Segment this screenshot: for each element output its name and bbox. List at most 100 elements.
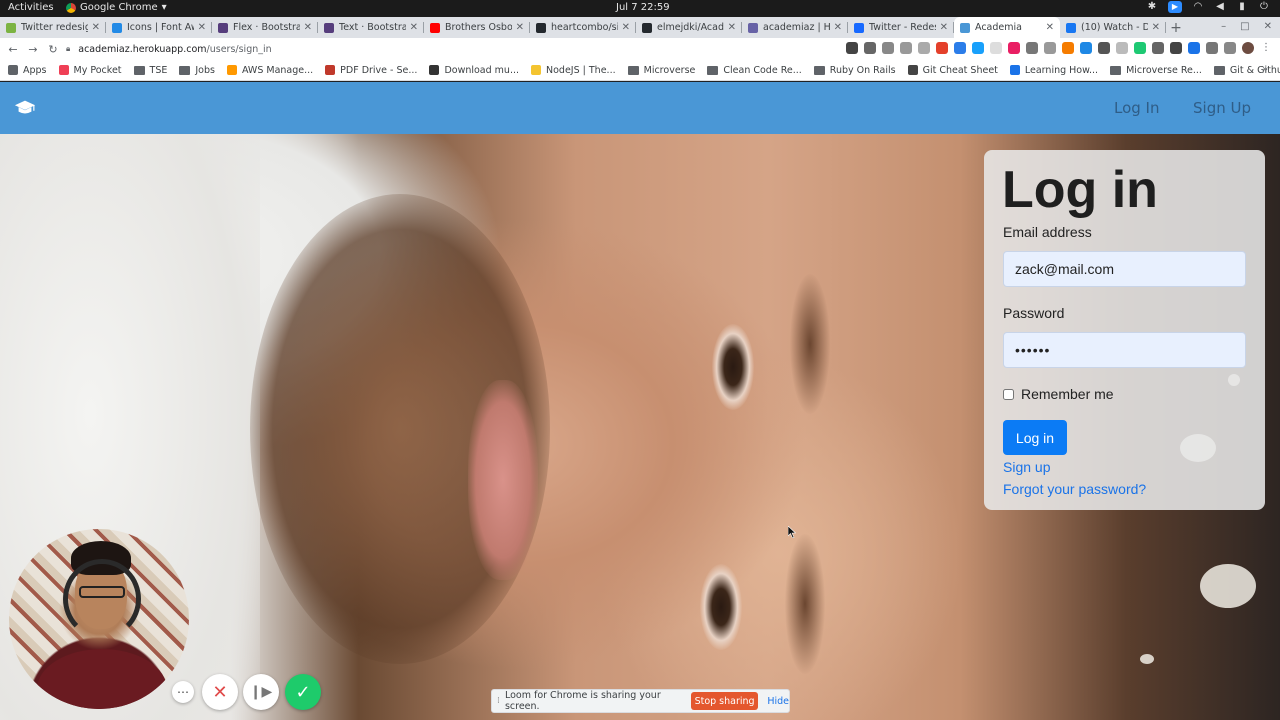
slack-icon[interactable]: ✱: [1146, 1, 1158, 13]
password-field[interactable]: [1003, 332, 1246, 368]
maximize-icon[interactable]: □: [1240, 21, 1249, 32]
tab-close-icon[interactable]: ✕: [1046, 22, 1054, 33]
bookmark-item[interactable]: PDF Drive - Se...: [325, 65, 417, 76]
remember-me-label[interactable]: Remember me: [1021, 386, 1114, 402]
tab-close-icon[interactable]: ✕: [1152, 22, 1160, 33]
loom-more-icon[interactable]: ⋯: [172, 681, 194, 703]
app-menu[interactable]: Google Chrome ▾: [66, 2, 167, 13]
opera-icon[interactable]: [936, 42, 948, 54]
tab-strip: Twitter redesig ✕ Icons | Font Aw ✕ Flex · B…: [0, 17, 1280, 38]
extension-ring-icon[interactable]: [1170, 42, 1182, 54]
zoom-icon[interactable]: ▶: [1168, 1, 1182, 13]
clock[interactable]: Jul 7 22:59: [616, 2, 670, 13]
bookmark-item[interactable]: Download mu...: [429, 65, 519, 76]
folder-icon: [179, 65, 191, 75]
bookmark-item[interactable]: Git & Github: [1213, 65, 1280, 76]
loom-cancel-icon[interactable]: ✕: [202, 674, 238, 710]
extension-light-icon[interactable]: [1116, 42, 1128, 54]
tab-close-icon[interactable]: ✕: [834, 22, 842, 33]
bookmark-item[interactable]: AWS Manage...: [226, 65, 313, 76]
loom-finish-check-icon[interactable]: ✓: [285, 674, 321, 710]
browser-tab[interactable]: Twitter redesig ✕: [0, 17, 106, 38]
bookmark-item[interactable]: NodeJS | The...: [531, 65, 616, 76]
bookmark-item[interactable]: Learning How...: [1009, 65, 1098, 76]
tab-close-icon[interactable]: ✕: [516, 22, 524, 33]
stop-sharing-button[interactable]: Stop sharing: [690, 692, 759, 710]
remember-me-checkbox[interactable]: [1003, 388, 1014, 400]
extension-globe-icon[interactable]: [1026, 42, 1038, 54]
tab-close-icon[interactable]: ✕: [940, 22, 948, 33]
reading-list-icon[interactable]: [1224, 42, 1236, 54]
extension-doc-icon[interactable]: [1152, 42, 1164, 54]
extension-orange-icon[interactable]: [1062, 42, 1074, 54]
email-field[interactable]: [1003, 251, 1246, 287]
menu-kebab-icon[interactable]: ⋮: [1260, 42, 1272, 54]
extension-pink-icon[interactable]: [1008, 42, 1020, 54]
browser-tab[interactable]: Twitter - Redes ✕: [848, 17, 954, 38]
share-icon[interactable]: [900, 42, 912, 54]
extension-c-icon[interactable]: [972, 42, 984, 54]
lock-icon[interactable]: 🔒︎: [66, 44, 70, 54]
browser-tab[interactable]: Brothers Osbo ✕: [424, 17, 530, 38]
loom-camera-bubble[interactable]: [9, 529, 189, 709]
bookmark-item[interactable]: Microverse: [627, 65, 695, 76]
extension-k-icon[interactable]: [1044, 42, 1056, 54]
browser-tab[interactable]: academiaz | He ✕: [742, 17, 848, 38]
browser-tab[interactable]: (10) Watch - Dis ✕: [1060, 17, 1166, 38]
tab-close-icon[interactable]: ✕: [92, 22, 100, 33]
system-tray[interactable]: ✱ ▶ ◠ ◀ ▮ ⏻: [1146, 1, 1270, 13]
bookmarks-overflow-icon[interactable]: »: [1262, 64, 1268, 75]
bookmark-item[interactable]: My Pocket: [58, 65, 122, 76]
bookmark-item[interactable]: Git Cheat Sheet: [907, 65, 998, 76]
bookmark-item[interactable]: TSE: [133, 65, 167, 76]
tab-close-icon[interactable]: ✕: [304, 22, 312, 33]
tab-close-icon[interactable]: ✕: [728, 22, 736, 33]
hide-share-bar-link[interactable]: Hide: [767, 696, 789, 707]
tab-close-icon[interactable]: ✕: [198, 22, 206, 33]
back-arrow-icon[interactable]: ←: [3, 43, 23, 56]
extension-blue-icon[interactable]: [954, 42, 966, 54]
graduation-cap-icon[interactable]: [14, 98, 36, 118]
tab-favicon-icon: [536, 22, 546, 33]
browser-tab[interactable]: elmejdki/Acade ✕: [636, 17, 742, 38]
forward-arrow-icon[interactable]: →: [23, 43, 43, 56]
login-submit-button[interactable]: Log in: [1003, 420, 1067, 455]
close-window-icon[interactable]: ✕: [1264, 21, 1272, 32]
signup-link[interactable]: Sign up: [1003, 459, 1050, 475]
new-tab-plus-icon[interactable]: +: [1166, 17, 1186, 38]
folder-icon: [627, 65, 639, 75]
loom-pause-icon[interactable]: ❙▶: [243, 674, 279, 710]
profile-avatar[interactable]: [1242, 42, 1254, 54]
minimize-icon[interactable]: –: [1221, 21, 1226, 32]
browser-tab[interactable]: heartcombo/si ✕: [530, 17, 636, 38]
extension-p-icon[interactable]: [1080, 42, 1092, 54]
browser-tab[interactable]: Flex · Bootstrap ✕: [212, 17, 318, 38]
extension-gray-icon[interactable]: [990, 42, 1002, 54]
extensions-puzzle-icon[interactable]: [1206, 42, 1218, 54]
activities-button[interactable]: Activities: [8, 2, 54, 13]
nav-login-link[interactable]: Log In: [1114, 99, 1160, 117]
tab-close-icon[interactable]: ✕: [622, 22, 630, 33]
star-icon[interactable]: [918, 42, 930, 54]
tab-close-icon[interactable]: ✕: [410, 22, 418, 33]
zoom-lens-icon[interactable]: [882, 42, 894, 54]
drag-grip-icon[interactable]: ⁞: [492, 696, 505, 706]
extension-mic-icon[interactable]: [1098, 42, 1110, 54]
folder-icon: [133, 65, 145, 75]
bookmark-item[interactable]: Microverse Re...: [1110, 65, 1202, 76]
bookmark-item[interactable]: Ruby On Rails: [813, 65, 896, 76]
camera-icon[interactable]: [846, 42, 858, 54]
browser-tab[interactable]: Text · Bootstrap ✕: [318, 17, 424, 38]
forgot-password-link[interactable]: Forgot your password?: [1003, 481, 1146, 497]
nav-signup-link[interactable]: Sign Up: [1193, 99, 1251, 117]
bookmark-item[interactable]: Apps: [8, 65, 47, 76]
power-icon[interactable]: ⏻: [1258, 1, 1270, 13]
reload-icon[interactable]: ↻: [43, 43, 63, 56]
browser-tab[interactable]: Academia ✕: [954, 17, 1060, 38]
extension-c2-icon[interactable]: [1188, 42, 1200, 54]
browser-tab[interactable]: Icons | Font Aw ✕: [106, 17, 212, 38]
bookmark-item[interactable]: Clean Code Re...: [707, 65, 802, 76]
bookmark-item[interactable]: Jobs: [179, 65, 215, 76]
key-icon[interactable]: [864, 42, 876, 54]
grammarly-icon[interactable]: [1134, 42, 1146, 54]
